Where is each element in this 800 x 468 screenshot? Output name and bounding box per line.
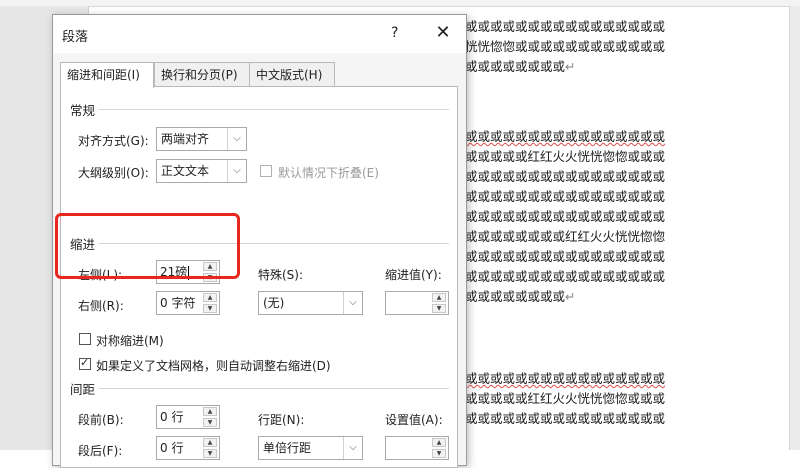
document-line: 或或或或或或或或↵ bbox=[465, 287, 576, 307]
spin-down-icon[interactable]: ▼ bbox=[432, 304, 446, 313]
vertical-scrollbar[interactable] bbox=[789, 6, 800, 450]
space-before-label: 段前(B): bbox=[78, 413, 124, 427]
document-line-text: 或或或或或或或或 bbox=[465, 59, 566, 74]
document-line: 或或或或或红红火火恍恍惚惚或或或 bbox=[465, 389, 665, 409]
collapse-checkbox[interactable] bbox=[260, 165, 272, 177]
spin-down-icon[interactable]: ▼ bbox=[203, 304, 217, 313]
alignment-value: 两端对齐 bbox=[161, 132, 210, 146]
paragraph-mark-icon: ↵ bbox=[565, 289, 576, 304]
document-line-text: 或或或或或或或或或或或或或或或或 bbox=[465, 371, 666, 386]
spin-down-icon[interactable]: ▼ bbox=[432, 449, 446, 458]
outline-level-value: 正文文本 bbox=[161, 164, 210, 178]
document-line: 或或或或或或或或或或或或或或或或 bbox=[465, 247, 665, 267]
document-line-text: 或或或或或或或或或或或或或或或或 bbox=[465, 411, 666, 426]
line-spacing-label: 行距(N): bbox=[258, 413, 305, 427]
space-after-input[interactable]: 0 行 ▲ ▼ bbox=[156, 436, 220, 460]
spin-up-icon[interactable]: ▲ bbox=[203, 407, 217, 416]
chevron-down-icon: ⌵ bbox=[227, 128, 246, 150]
indent-by-label: 缩进值(Y): bbox=[385, 268, 442, 282]
document-line-text: 或或或或或或或或或或或或或或或或 bbox=[465, 189, 666, 204]
checkmark-icon: ✓ bbox=[80, 356, 90, 369]
ribbon-strip bbox=[0, 0, 800, 7]
document-line: 或或或或或或或或或或或或或或或或 bbox=[465, 167, 665, 187]
document-line: 恍恍惚惚或或或或或或或或或或或或 bbox=[465, 37, 665, 57]
line-spacing-value: 单倍行距 bbox=[263, 441, 312, 455]
space-before-value: 0 行 bbox=[160, 410, 184, 424]
document-line: 或或或或或或或或或或或或或或或或 bbox=[465, 187, 665, 207]
tab-asian-typography[interactable]: 中文版式(H) bbox=[249, 62, 335, 87]
document-line: 或或或或或或或或或或或或或或或或 bbox=[465, 267, 665, 287]
document-line-text: 或或或或或或或或或或或或或或或或 bbox=[465, 169, 666, 184]
indent-by-input[interactable]: ▲ ▼ bbox=[385, 291, 449, 315]
document-line-text: 或或或或或或或或红红火火恍恍惚惚 bbox=[465, 229, 666, 244]
document-line-text: 或或或或或或或或或或或或或或或或 bbox=[465, 209, 666, 224]
chevron-down-icon: ⌵ bbox=[343, 292, 362, 314]
line-spacing-select[interactable]: 单倍行距 ⌵ bbox=[258, 436, 363, 460]
document-line: 或或或或或或或或红红火火恍恍惚惚 bbox=[465, 227, 665, 247]
document-line: 或或或或或或或或或或或或或或或或 bbox=[465, 409, 665, 429]
dialog-title: 段落 bbox=[62, 30, 89, 45]
alignment-label: 对齐方式(G): bbox=[78, 134, 149, 148]
outline-level-label: 大纲级别(O): bbox=[78, 166, 149, 180]
space-before-input[interactable]: 0 行 ▲ ▼ bbox=[156, 405, 220, 429]
dialog-titlebar[interactable]: 段落 ? ✕ bbox=[53, 15, 466, 53]
space-after-value: 0 行 bbox=[160, 441, 184, 455]
spacing-divider bbox=[99, 388, 449, 389]
mirror-indents-label: 对称缩进(M) bbox=[96, 334, 164, 348]
space-before-spinner: ▲ ▼ bbox=[203, 407, 217, 427]
spin-up-icon[interactable]: ▲ bbox=[203, 438, 217, 447]
right-indent-input[interactable]: 0 字符 ▲ ▼ bbox=[156, 291, 220, 315]
document-line-text: 或或或或或或或或或或或或或或或或 bbox=[465, 19, 666, 34]
right-indent-spinner: ▲ ▼ bbox=[203, 293, 217, 313]
spin-down-icon[interactable]: ▼ bbox=[203, 418, 217, 427]
indent-by-spinner: ▲ ▼ bbox=[432, 293, 446, 313]
help-button[interactable]: ? bbox=[391, 25, 398, 41]
annotation-highlight-box bbox=[55, 213, 240, 279]
mirror-indents-checkbox[interactable] bbox=[79, 333, 91, 345]
tab-indent-spacing[interactable]: 缩进和间距(I) bbox=[60, 62, 154, 88]
general-heading: 常规 bbox=[70, 103, 96, 118]
document-line: 或或或或或或或或或或或或或或或或 bbox=[465, 369, 665, 389]
paragraph-mark-icon: ↵ bbox=[565, 59, 576, 74]
chevron-down-icon: ⌵ bbox=[227, 160, 246, 182]
document-line: 或或或或或或或或或或或或或或或或 bbox=[465, 207, 665, 227]
alignment-select[interactable]: 两端对齐 ⌵ bbox=[156, 127, 247, 151]
space-after-label: 段后(F): bbox=[78, 444, 123, 458]
spin-up-icon[interactable]: ▲ bbox=[432, 438, 446, 447]
close-button[interactable]: ✕ bbox=[431, 21, 455, 45]
spin-up-icon[interactable]: ▲ bbox=[203, 293, 217, 302]
document-line: 或或或或或红红火火恍恍惚惚或或或 bbox=[465, 147, 665, 167]
auto-adjust-checkbox[interactable]: ✓ bbox=[79, 356, 91, 370]
document-line-text: 或或或或或红红火火恍恍惚惚或或或 bbox=[465, 391, 666, 406]
special-indent-select[interactable]: (无) ⌵ bbox=[258, 291, 363, 315]
document-line-text: 或或或或或或或或或或或或或或或或 bbox=[465, 269, 666, 284]
document-line: 或或或或或或或或或或或或或或或或 bbox=[465, 127, 665, 147]
document-line-text: 或或或或或或或或 bbox=[465, 289, 566, 304]
tab-line-page-breaks[interactable]: 换行和分页(P) bbox=[154, 62, 250, 87]
general-divider bbox=[99, 109, 449, 110]
document-line-text: 或或或或或或或或或或或或或或或或 bbox=[465, 249, 666, 264]
special-indent-value: (无) bbox=[263, 296, 285, 310]
spacing-at-spinner: ▲ ▼ bbox=[432, 438, 446, 458]
document-line-text: 或或或或或红红火火恍恍惚惚或或或 bbox=[465, 149, 666, 164]
right-indent-label: 右侧(R): bbox=[78, 299, 124, 313]
spacing-at-label: 设置值(A): bbox=[385, 413, 443, 427]
spacing-heading: 间距 bbox=[70, 382, 96, 397]
chevron-down-icon: ⌵ bbox=[343, 437, 362, 459]
outline-level-select[interactable]: 正文文本 ⌵ bbox=[156, 159, 247, 183]
special-label: 特殊(S): bbox=[258, 268, 304, 282]
document-line: 或或或或或或或或或或或或或或或或 bbox=[465, 17, 665, 37]
right-indent-value: 0 字符 bbox=[160, 296, 196, 310]
spin-up-icon[interactable]: ▲ bbox=[432, 293, 446, 302]
document-line-text: 恍恍惚惚或或或或或或或或或或或或 bbox=[465, 39, 666, 54]
spacing-at-input[interactable]: ▲ ▼ bbox=[385, 436, 449, 460]
space-after-spinner: ▲ ▼ bbox=[203, 438, 217, 458]
auto-adjust-label: 如果定义了文档网格，则自动调整右缩进(D) bbox=[96, 359, 331, 373]
document-line: 或或或或或或或或↵ bbox=[465, 57, 576, 77]
document-line-text: 或或或或或或或或或或或或或或或或 bbox=[465, 129, 666, 144]
spin-down-icon[interactable]: ▼ bbox=[203, 449, 217, 458]
collapse-label: 默认情况下折叠(E) bbox=[278, 166, 379, 180]
